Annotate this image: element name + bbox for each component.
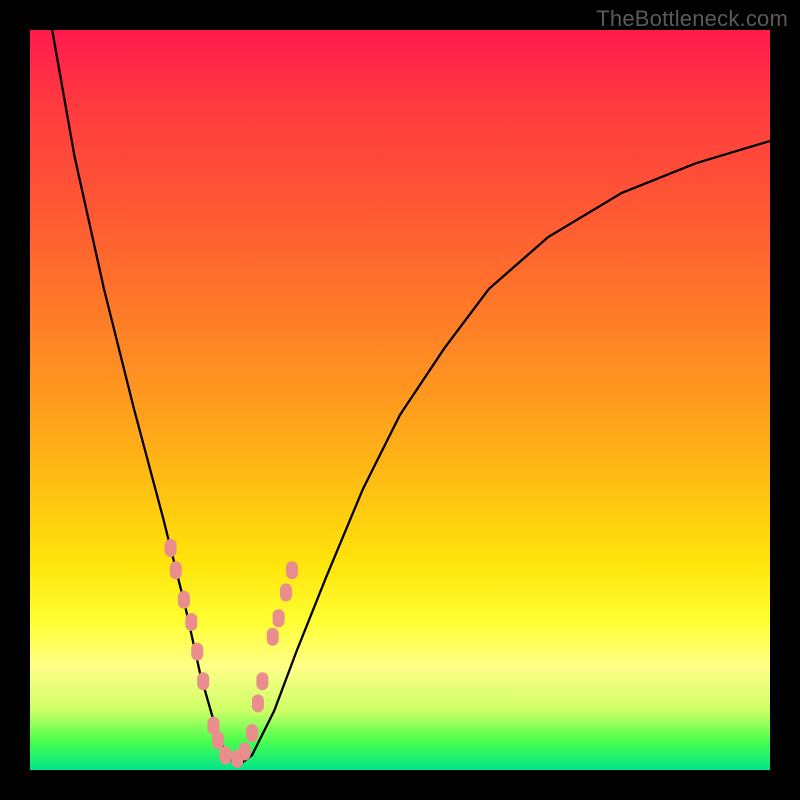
watermark-text: TheBottleneck.com [596,6,788,32]
marker-dot [256,672,268,690]
marker-dot [170,561,182,579]
marker-dot [273,609,285,627]
curve-layer [30,30,770,770]
marker-dot [280,583,292,601]
bottleneck-curve [52,30,770,766]
marker-dot [239,743,251,761]
marker-dot [286,561,298,579]
marker-dot [212,731,224,749]
marker-dot [185,613,197,631]
marker-dot [267,628,279,646]
plot-area [30,30,770,770]
marker-dot [191,643,203,661]
chart-frame: TheBottleneck.com [0,0,800,800]
marker-group [165,539,298,768]
marker-dot [246,724,258,742]
marker-dot [178,591,190,609]
marker-dot [197,672,209,690]
marker-dot [252,694,264,712]
marker-dot [219,746,231,764]
marker-dot [165,539,177,557]
